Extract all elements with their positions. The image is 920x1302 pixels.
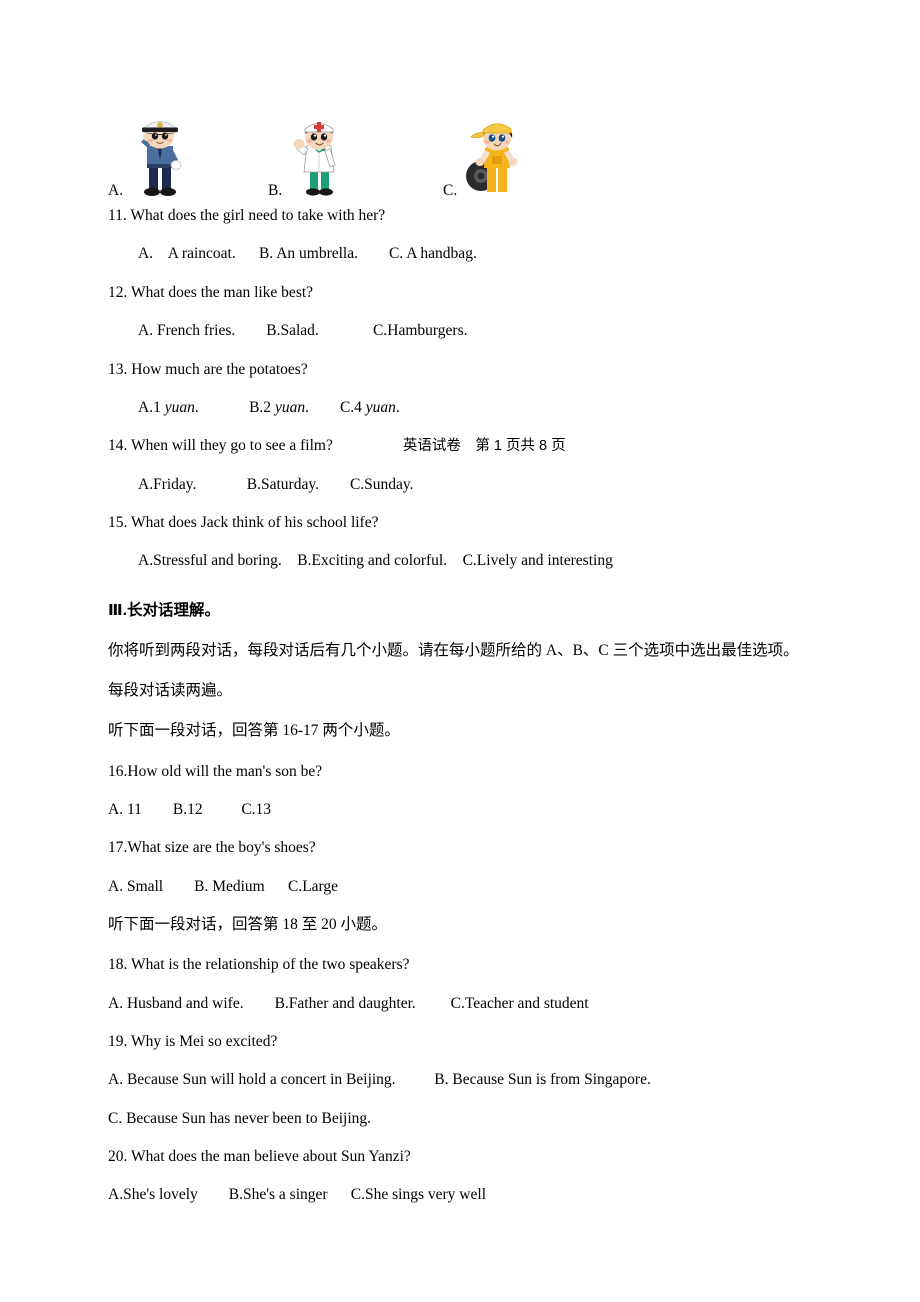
mechanic-with-tire-illustration xyxy=(463,112,525,200)
question-13-stem: 13. How much are the potatoes? xyxy=(108,360,308,378)
question-12-options[interactable]: A. French fries. B.Salad. C.Hamburgers. xyxy=(108,321,848,340)
question-14-stem-row: 14. When will they go to see a film? 英语试卷… xyxy=(108,436,848,455)
question-14-options[interactable]: A.Friday. B.Saturday. C.Sunday. xyxy=(108,475,848,494)
q13-opt-b-prefix: . B.2 xyxy=(194,398,275,416)
question-12-stem: 12. What does the man like best? xyxy=(108,283,314,301)
doctor-waving-illustration xyxy=(288,112,350,200)
q13-opt-a-unit: yuan xyxy=(164,398,195,416)
question-17-stem: 17.What size are the boy's shoes? xyxy=(108,839,316,857)
q13-opt-c-prefix: . C.4 xyxy=(305,398,366,416)
question-20-options[interactable]: A.She's lovely B.She's a singer C.She si… xyxy=(108,1185,848,1204)
question-14-stem: 14. When will they go to see a film? xyxy=(108,437,333,455)
question-19-stem: 19. Why is Mei so excited? xyxy=(108,1032,278,1050)
section-heading-long-dialogue: Ⅲ.长对话理解。 xyxy=(108,601,220,619)
question-19-options-line-1[interactable]: A. Because Sun will hold a concert in Be… xyxy=(108,1070,848,1089)
picture-option-c-label: C. xyxy=(443,181,458,199)
picture-option-b[interactable]: B. xyxy=(268,112,350,200)
section-instruction-line-2: 每段对话读两遍。 xyxy=(108,682,233,700)
picture-option-a-label: A. xyxy=(108,181,124,199)
picture-option-c[interactable]: C. xyxy=(443,112,525,200)
question-20-stem: 20. What does the man believe about Sun … xyxy=(108,1148,411,1166)
policeman-saluting-illustration xyxy=(129,112,191,200)
picture-option-a[interactable]: A. xyxy=(108,112,191,200)
page-marker: 英语试卷 第 1 页共 8 页 xyxy=(402,438,566,455)
question-16-stem: 16.How old will the man's son be? xyxy=(108,762,323,780)
section-instruction-line-1: 你将听到两段对话，每段对话后有几个小题。请在每小题所给的 A、B、C 三个选项中… xyxy=(108,642,799,660)
question-11-options[interactable]: A. A raincoat. B. An umbrella. C. A hand… xyxy=(108,244,848,263)
question-11-stem: 11. What does the girl need to take with… xyxy=(108,207,386,224)
picture-option-b-label: B. xyxy=(268,181,283,199)
section-instruction-line-4: 听下面一段对话，回答第 18 至 20 小题。 xyxy=(108,916,388,934)
section-instruction-line-3: 听下面一段对话，回答第 16-17 两个小题。 xyxy=(108,722,400,740)
question-15-options[interactable]: A.Stressful and boring. B.Exciting and c… xyxy=(108,551,848,570)
q13-opt-end: . xyxy=(395,398,400,416)
question-15-stem: 15. What does Jack think of his school l… xyxy=(108,514,379,531)
q13-opt-b-unit: yuan xyxy=(274,398,306,416)
picture-options-row: A. B. C. xyxy=(108,108,848,200)
question-18-options[interactable]: A. Husband and wife. B.Father and daught… xyxy=(108,994,848,1013)
question-19-options-line-2[interactable]: C. Because Sun has never been to Beijing… xyxy=(108,1109,848,1128)
q13-opt-a-prefix: A.1 xyxy=(138,398,165,416)
question-16-options[interactable]: A. 11 B.12 C.13 xyxy=(108,800,848,819)
question-13-options[interactable]: A.1 yuan. B.2 yuan. C.4 yuan. xyxy=(108,398,848,417)
q13-opt-c-unit: yuan xyxy=(365,398,396,416)
question-17-options[interactable]: A. Small B. Medium C.Large xyxy=(108,877,848,896)
question-18-stem: 18. What is the relationship of the two … xyxy=(108,956,410,974)
exam-page: A. B. C. 11. What does the girl need to … xyxy=(0,0,920,1302)
page-content: A. B. C. 11. What does the girl need to … xyxy=(108,108,848,1224)
